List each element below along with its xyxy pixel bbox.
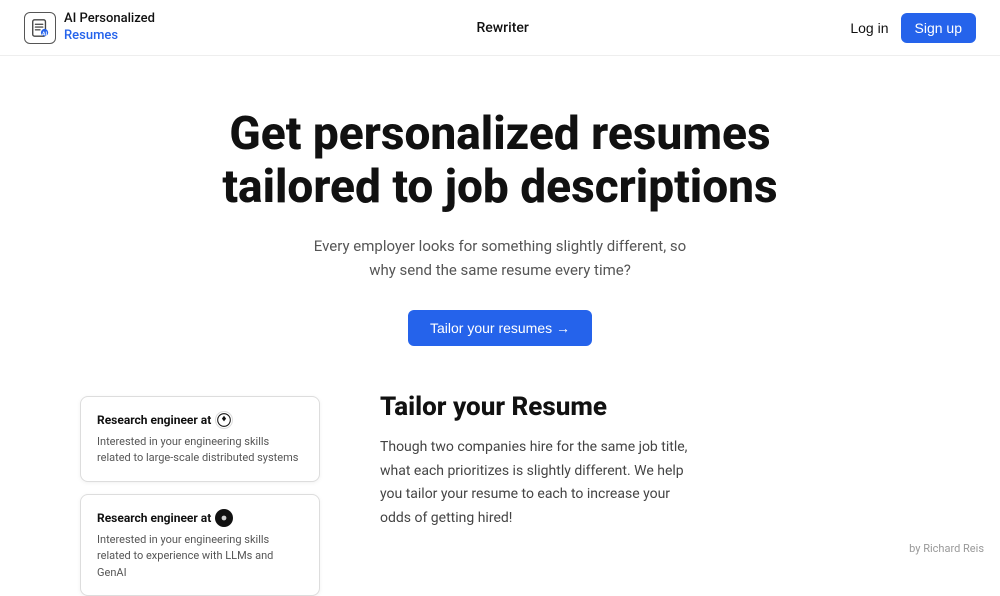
login-button[interactable]: Log in (850, 20, 888, 36)
signup-button[interactable]: Sign up (901, 13, 976, 43)
cta-button[interactable]: Tailor your resumes → (408, 310, 592, 346)
resume-cards-column: Research engineer at Interested in your … (80, 392, 320, 596)
header-actions: Log in Sign up (850, 13, 976, 43)
card-label-1: Research engineer at (97, 413, 211, 427)
hero-heading: Get personalized resumes tailored to job… (200, 108, 800, 214)
nav-rewriter[interactable]: Rewriter (476, 20, 528, 36)
feature-heading: Tailor your Resume (380, 392, 920, 422)
card-body-anthropic: Interested in your engineering skills re… (97, 532, 303, 582)
card-body-openai: Interested in your engineering skills re… (97, 434, 303, 467)
footer-credit: by Richard Reis (909, 542, 984, 555)
openai-icon (215, 411, 233, 429)
logo[interactable]: AI AI Personalized Resumes (24, 11, 155, 44)
logo-icon: AI (24, 12, 56, 44)
hero-section: Get personalized resumes tailored to job… (0, 56, 1000, 382)
main-nav: Rewriter (476, 20, 528, 36)
card-title-anthropic: Research engineer at (97, 509, 303, 527)
svg-text:AI: AI (42, 31, 48, 37)
resume-card-openai: Research engineer at Interested in your … (80, 396, 320, 482)
resume-card-anthropic: Research engineer at Interested in your … (80, 494, 320, 596)
hero-subtext: Every employer looks for something sligh… (310, 234, 690, 282)
lower-section: Research engineer at Interested in your … (0, 392, 1000, 596)
card-title-openai: Research engineer at (97, 411, 303, 429)
logo-text: AI Personalized Resumes (64, 11, 155, 44)
card-label-2: Research engineer at (97, 511, 211, 525)
feature-info: Tailor your Resume Though two companies … (380, 392, 920, 531)
anthropic-icon (215, 509, 233, 527)
feature-body: Though two companies hire for the same j… (380, 436, 700, 531)
